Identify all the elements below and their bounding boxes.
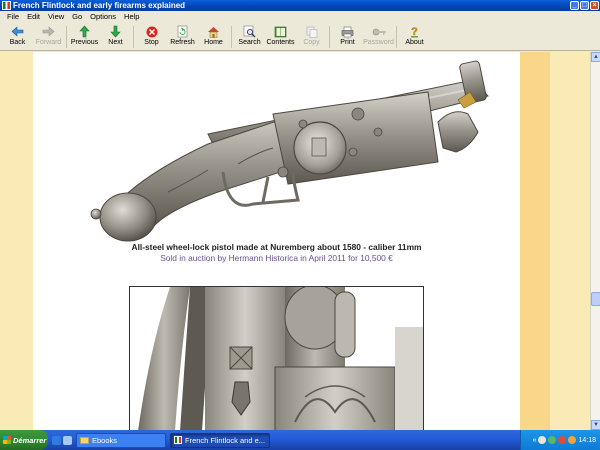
search-icon [243,25,257,38]
menu-help[interactable]: Help [120,11,143,23]
network-icon[interactable] [538,436,547,444]
app-icon [174,436,182,444]
menu-go[interactable]: Go [68,11,86,23]
vertical-scrollbar[interactable]: ▲ ▼ [590,52,600,430]
auction-note: Sold in auction by Hermann Historica in … [160,253,393,263]
start-button[interactable]: Démarrer [0,430,48,450]
minimize-button[interactable]: _ [570,1,579,10]
stop-icon [145,25,159,38]
article-page: All-steel wheel-lock pistol made at Nure… [33,52,520,430]
scroll-up-arrow-icon[interactable]: ▲ [591,52,600,62]
browser-icon[interactable] [52,435,61,445]
menu-options[interactable]: Options [86,11,120,23]
copy-icon [305,25,319,38]
document-viewport: All-steel wheel-lock pistol made at Nure… [0,52,590,430]
refresh-button[interactable]: Refresh [167,23,198,50]
next-button[interactable]: Next [100,23,131,50]
quick-launch [52,435,72,445]
print-button[interactable]: Print [332,23,363,50]
search-button[interactable]: Search [234,23,265,50]
system-tray: « 14:18 [520,430,600,450]
clock[interactable]: 14:18 [578,437,596,444]
toolbar-separator [133,26,134,48]
toolbar-separator [329,26,330,48]
volume-icon[interactable] [548,436,557,444]
toolbar-separator [396,26,397,48]
password-button[interactable]: Password [363,23,394,50]
previous-button[interactable]: Previous [69,23,100,50]
scroll-thumb[interactable] [591,292,600,306]
close-button[interactable]: × [590,1,599,10]
maximize-button[interactable]: □ [580,1,589,10]
menu-edit[interactable]: Edit [23,11,44,23]
app-icon [2,1,11,10]
back-button[interactable]: Back [2,23,33,50]
folder-icon [80,436,89,444]
tray-expand-icon[interactable]: « [533,437,537,444]
contents-button[interactable]: Contents [265,23,296,50]
about-button[interactable]: ? About [399,23,430,50]
update-icon[interactable] [568,436,577,444]
home-icon [207,25,221,38]
copy-button[interactable]: Copy [296,23,327,50]
toolbar-separator [231,26,232,48]
wheel-lock-pistol-image [90,60,489,242]
taskbar-item-ebook-viewer[interactable]: French Flintlock and e... [170,432,270,448]
arrow-down-icon [109,25,123,38]
taskbar-item-ebooks[interactable]: Ebooks [76,432,166,448]
stop-button[interactable]: Stop [136,23,167,50]
window-controls: _ □ × [570,1,599,10]
show-desktop-icon[interactable] [63,435,72,445]
security-icon[interactable] [558,436,567,444]
home-button[interactable]: Home [198,23,229,50]
arrow-up-icon [78,25,92,38]
printer-icon [341,25,355,38]
refresh-icon [176,25,190,38]
scroll-down-arrow-icon[interactable]: ▼ [591,420,600,430]
arrow-right-icon [42,25,56,38]
book-icon [274,25,288,38]
title-bar: French Flintlock and early firearms expl… [0,0,600,11]
windows-logo-icon [3,436,11,444]
toolbar-separator [66,26,67,48]
key-icon [372,25,386,38]
taskbar: Démarrer Ebooks French Flintlock and e..… [0,430,600,450]
menu-view[interactable]: View [44,11,68,23]
menu-bar: File Edit View Go Options Help [0,11,600,23]
menu-file[interactable]: File [3,11,23,23]
lock-detail-image [129,286,424,430]
forward-button[interactable]: Forward [33,23,64,50]
decorative-stripe [520,52,550,430]
image-caption: All-steel wheel-lock pistol made at Nure… [131,242,422,252]
help-icon: ? [408,25,422,38]
arrow-left-icon [11,25,25,38]
window-title: French Flintlock and early firearms expl… [13,1,186,10]
toolbar: Back Forward Previous Next Stop Refresh [0,23,600,51]
